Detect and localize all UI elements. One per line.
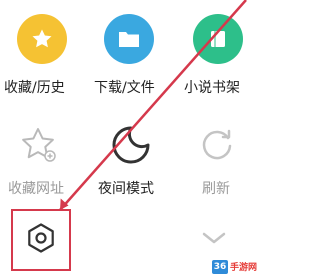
- refresh-button[interactable]: [197, 124, 237, 168]
- night-mode-label: 夜间模式: [98, 181, 154, 197]
- watermark-badge: 36: [212, 259, 228, 274]
- star-add-icon: [18, 124, 58, 168]
- favorites-history-label: 收藏/历史: [4, 80, 65, 96]
- settings-button[interactable]: [11, 209, 71, 271]
- moon-icon: [108, 122, 154, 172]
- downloads-files-label: 下载/文件: [94, 80, 155, 96]
- chevron-down-icon: [201, 230, 227, 249]
- favorites-history-button[interactable]: [17, 14, 67, 64]
- book-icon: [193, 14, 243, 64]
- novel-bookshelf-label: 小说书架: [184, 80, 240, 96]
- watermark-logo: 36 手游网: [212, 255, 265, 278]
- watermark-text: 手游网: [230, 263, 258, 273]
- night-mode-button[interactable]: [108, 122, 154, 172]
- refresh-label: 刷新: [202, 181, 230, 197]
- bookmark-url-button[interactable]: [18, 124, 58, 168]
- bookmark-url-label: 收藏网址: [8, 181, 64, 197]
- downloads-files-button[interactable]: [104, 14, 154, 64]
- star-icon: [17, 14, 67, 64]
- collapse-menu-button[interactable]: [196, 226, 232, 252]
- folder-icon: [104, 14, 154, 64]
- refresh-icon: [197, 124, 237, 168]
- settings-icon: [24, 221, 58, 259]
- novel-bookshelf-button[interactable]: [193, 14, 243, 64]
